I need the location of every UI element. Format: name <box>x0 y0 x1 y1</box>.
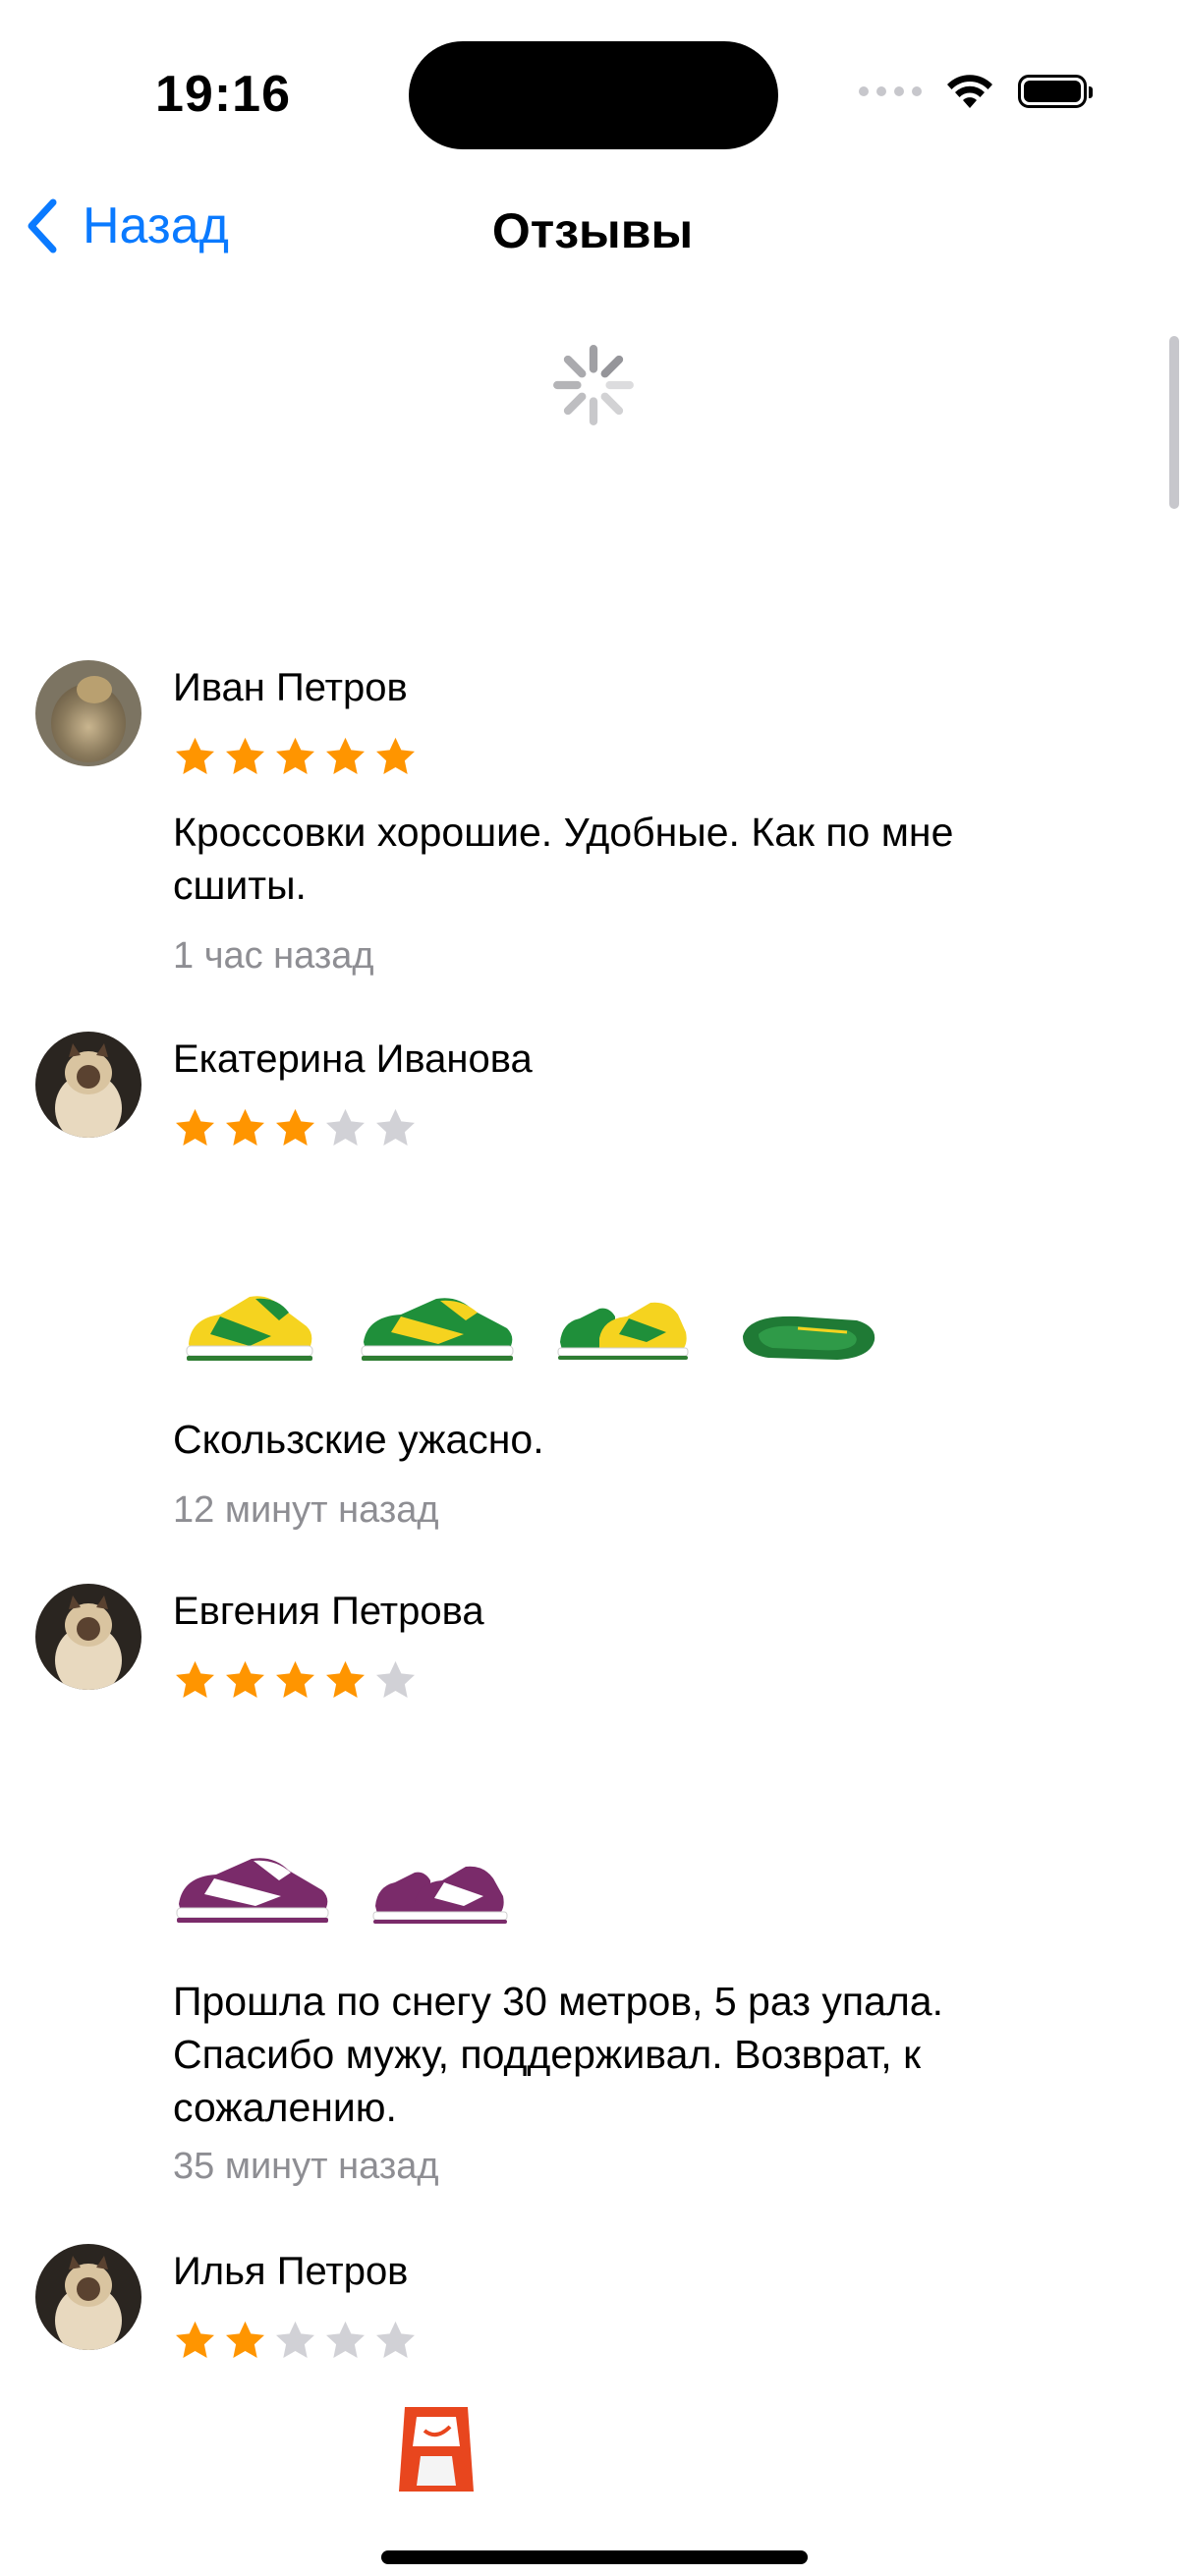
star-empty-icon <box>376 1660 415 1698</box>
review-photo[interactable] <box>371 1857 509 1928</box>
avatar <box>35 1032 141 1138</box>
reviewer-name: Екатерина Иванова <box>173 1037 533 1081</box>
star-filled-icon <box>326 1660 365 1698</box>
star-filled-icon <box>326 737 365 774</box>
spinner-spoke <box>563 355 587 378</box>
loading-spinner <box>553 345 634 425</box>
review-photo[interactable] <box>356 1287 519 1366</box>
avatar <box>35 660 141 766</box>
wifi-icon <box>947 75 992 108</box>
review-time: 12 минут назад <box>173 1489 439 1531</box>
star-empty-icon <box>376 1108 415 1146</box>
review-photo[interactable] <box>395 2407 478 2492</box>
reviewer-name: Илья Петров <box>173 2250 409 2293</box>
rating-stars <box>173 2319 418 2363</box>
star-empty-icon <box>326 2321 365 2358</box>
review-text: Кроссовки хорошие. Удобные. Как по мне с… <box>173 810 954 908</box>
star-filled-icon <box>376 737 415 774</box>
cellular-signal-icon <box>859 86 922 96</box>
star-filled-icon <box>226 1660 264 1698</box>
page-title: Отзывы <box>491 203 694 258</box>
spinner-spoke <box>600 355 624 378</box>
review-text: Скользские ужасно. <box>173 1417 544 1462</box>
review-photo[interactable] <box>739 1311 878 1364</box>
star-filled-icon <box>276 1108 314 1146</box>
rating-stars <box>173 735 418 779</box>
spinner-spoke <box>600 392 624 416</box>
dynamic-island <box>409 41 778 149</box>
rating-stars <box>173 1658 418 1703</box>
review-time: 1 час назад <box>173 935 374 977</box>
scroll-indicator[interactable] <box>1169 336 1179 509</box>
reviewer-name: Евгения Петрова <box>173 1590 484 1633</box>
star-filled-icon <box>176 737 214 774</box>
star-filled-icon <box>276 1660 314 1698</box>
star-filled-icon <box>226 737 264 774</box>
star-empty-icon <box>276 2321 314 2358</box>
spinner-spoke <box>563 392 587 416</box>
star-filled-icon <box>176 1660 214 1698</box>
rating-stars <box>173 1106 418 1150</box>
battery-icon <box>1018 75 1093 108</box>
review-photo[interactable] <box>171 1849 334 1928</box>
review-photo[interactable] <box>181 1287 318 1366</box>
home-indicator <box>381 2550 808 2564</box>
status-time: 19:16 <box>155 66 291 123</box>
star-filled-icon <box>276 737 314 774</box>
review-text: Прошла по снегу 30 метров, 5 раз упала. … <box>173 1979 943 2130</box>
review-time: 35 минут назад <box>173 2146 439 2187</box>
reviewer-name: Иван Петров <box>173 666 408 709</box>
star-filled-icon <box>176 2321 214 2358</box>
status-icons <box>859 73 1093 110</box>
star-filled-icon <box>176 1108 214 1146</box>
star-filled-icon <box>226 2321 264 2358</box>
star-empty-icon <box>376 2321 415 2358</box>
review-photo[interactable] <box>556 1293 690 1364</box>
avatar <box>35 2244 141 2350</box>
star-empty-icon <box>326 1108 365 1146</box>
avatar <box>35 1584 141 1690</box>
star-filled-icon <box>226 1108 264 1146</box>
